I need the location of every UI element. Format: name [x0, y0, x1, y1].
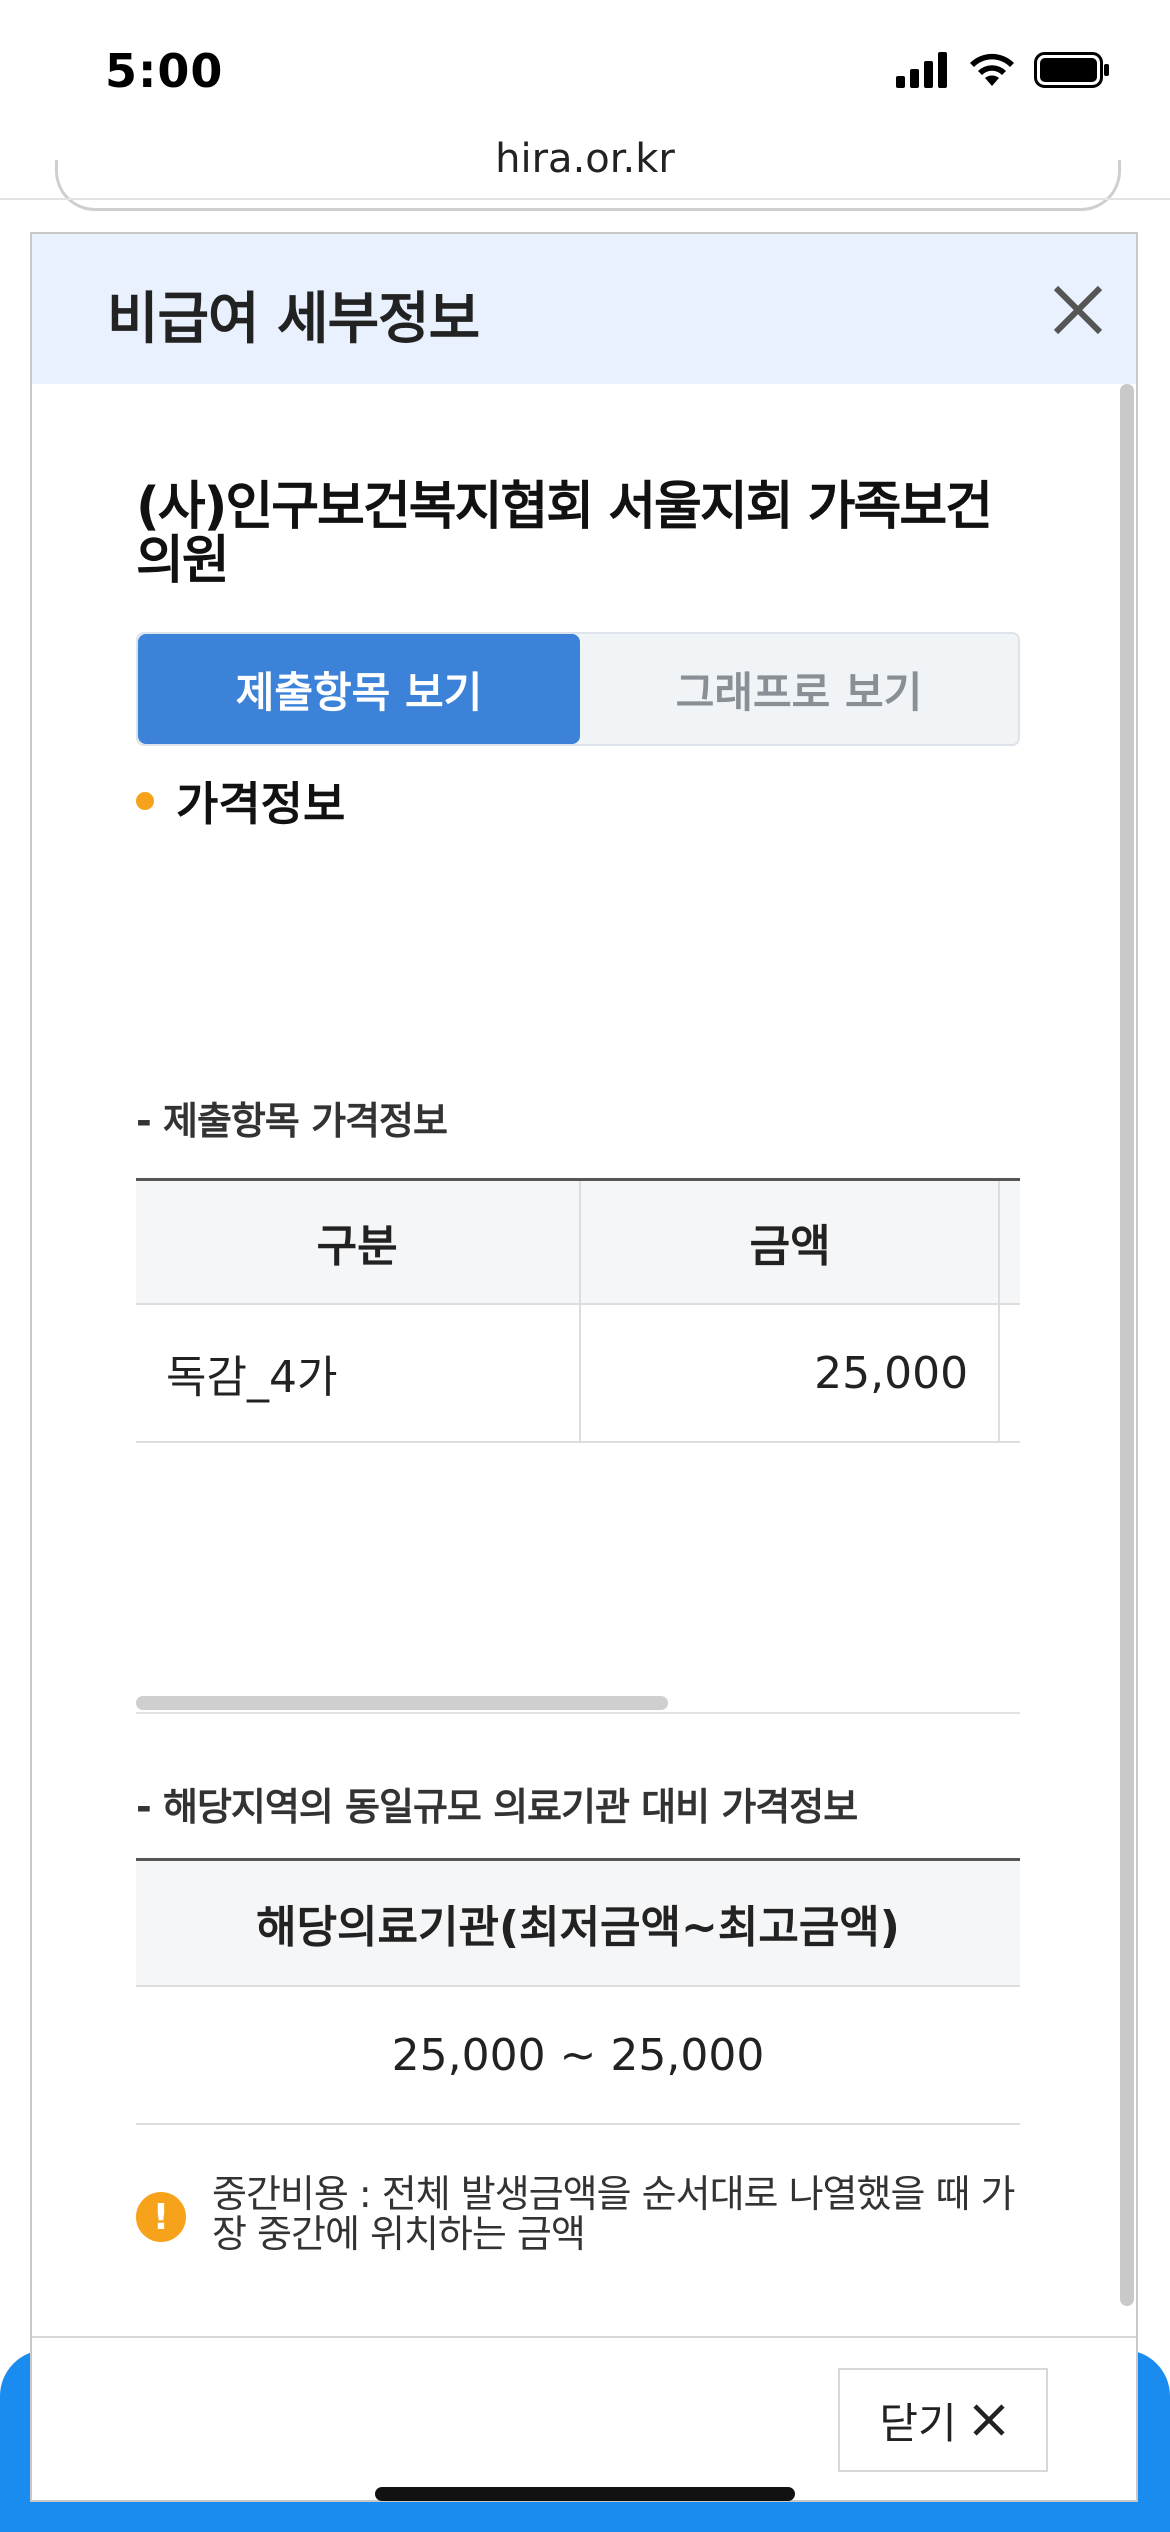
- status-time: 5:00: [105, 44, 224, 98]
- section-title: 가격정보: [136, 768, 345, 834]
- battery-icon: [1034, 52, 1109, 88]
- median-note-text: 중간비용 : 전체 발생금액을 순서대로 나열했을 때 가장 중간에 위치하는 …: [212, 2172, 1016, 2256]
- price-table: 구분 금액 독감_4가 25,000: [136, 1178, 1020, 1443]
- detail-modal: 비급여 세부정보 (사)인구보건복지협회 서울지회 가족보건의원 제출항목 보기…: [30, 232, 1138, 2502]
- view-toggle: 제출항목 보기 그래프로 보기: [136, 632, 1020, 746]
- price-table-subtitle: - 제출항목 가격정보: [136, 1099, 448, 1143]
- table-row: 독감_4가 25,000: [136, 1304, 1020, 1443]
- price-range-cell: 25,000 ~ 25,000: [136, 1986, 1020, 2125]
- overflow-cell: [999, 1304, 1020, 1443]
- status-icons: [896, 52, 1110, 88]
- tab-graph-view[interactable]: 그래프로 보기: [580, 634, 1018, 744]
- wifi-icon: [970, 53, 1014, 86]
- hospital-name: (사)인구보건복지협회 서울지회 가족보건의원: [136, 477, 993, 591]
- hscroll-thumb[interactable]: [136, 1696, 668, 1710]
- close-icon[interactable]: [1046, 278, 1110, 342]
- item-price-cell: 25,000: [580, 1304, 1001, 1443]
- column-header-amount: 금액: [580, 1178, 1001, 1305]
- status-bar: 5:00: [0, 0, 1170, 140]
- close-icon: [973, 2404, 1005, 2436]
- comparison-table-subtitle: - 해당지역의 동일규모 의료기관 대비 가격정보: [136, 1785, 858, 1829]
- table-header-row: 해당의료기관(최저금액~최고금액): [136, 1858, 1020, 1987]
- table-header-row: 구분 금액: [136, 1178, 1020, 1305]
- comparison-table: 해당의료기관(최저금액~최고금액) 25,000 ~ 25,000: [136, 1858, 1020, 2125]
- modal-header: 비급여 세부정보: [32, 234, 1136, 384]
- tab-submitted-items[interactable]: 제출항목 보기: [138, 634, 580, 744]
- home-indicator[interactable]: [375, 2487, 795, 2501]
- hscroll-track-line: [136, 1712, 1020, 1714]
- warning-icon: !: [136, 2192, 186, 2242]
- modal-title: 비급여 세부정보: [107, 287, 480, 352]
- background-search-pill: [55, 160, 1121, 211]
- column-header-overflow: [999, 1178, 1020, 1305]
- section-title-text: 가격정보: [176, 777, 346, 831]
- close-button[interactable]: 닫기: [838, 2368, 1048, 2472]
- item-name-cell: 독감_4가: [136, 1304, 582, 1443]
- url-divider: [0, 198, 1170, 200]
- price-table-hscroll[interactable]: [136, 1696, 1020, 1714]
- table-row: 25,000 ~ 25,000: [136, 1986, 1020, 2125]
- column-header-range: 해당의료기관(최저금액~최고금액): [136, 1858, 1020, 1987]
- vertical-scrollbar[interactable]: [1120, 384, 1134, 2306]
- signal-icon: [896, 52, 947, 88]
- median-note: ! 중간비용 : 전체 발생금액을 순서대로 나열했을 때 가장 중간에 위치하…: [136, 2174, 1020, 2254]
- modal-footer: 닫기: [32, 2336, 1136, 2500]
- column-header-category: 구분: [136, 1178, 582, 1305]
- bullet-dot: [136, 792, 154, 810]
- close-button-label: 닫기: [879, 2398, 957, 2448]
